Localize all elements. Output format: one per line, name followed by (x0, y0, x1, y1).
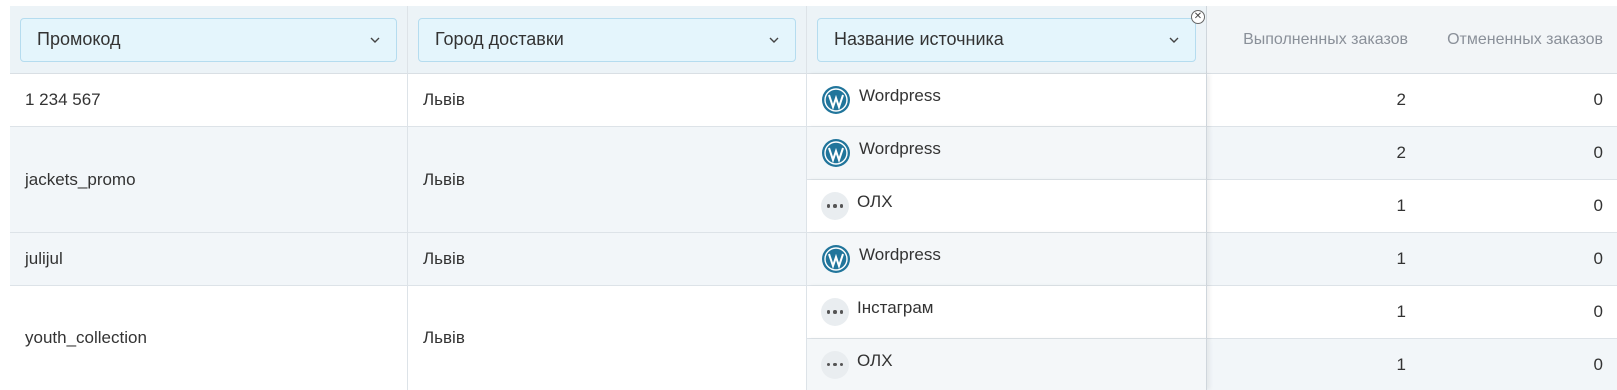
source-header: Название источника ✕ (807, 6, 1207, 74)
completed-count: 1 (1207, 180, 1418, 233)
source-cell: ОЛХ (807, 339, 1207, 390)
canceled-count: 0 (1418, 339, 1617, 390)
canceled-count: 0 (1418, 286, 1617, 339)
canceled-count: 0 (1418, 233, 1617, 286)
wordpress-icon (822, 139, 850, 167)
chevron-down-icon (769, 37, 779, 43)
canceled-count: 0 (1418, 127, 1617, 180)
more-dots-icon (821, 350, 849, 379)
canceled-orders-header[interactable]: Отмененных заказов (1418, 6, 1617, 74)
source-name: Wordpress (859, 139, 941, 158)
promo-cell: jackets_promo (10, 127, 408, 233)
source-filter-label: Название источника (834, 29, 1004, 49)
city-cell: Львів (408, 286, 807, 390)
promo-cell: julijul (10, 233, 408, 286)
completed-count: 1 (1207, 339, 1418, 390)
source-name: ОЛХ (857, 192, 893, 211)
city-filter-label: Город доставки (435, 29, 564, 49)
city-cell: Львів (408, 74, 807, 127)
report-table: Промокод Город доставки Название источни… (10, 6, 1617, 390)
source-cell: ОЛХ (807, 180, 1207, 233)
more-dots-icon (821, 192, 849, 220)
chevron-down-icon (1169, 37, 1179, 43)
wordpress-icon (822, 245, 850, 273)
completed-count: 2 (1207, 127, 1418, 180)
promo-cell: 1 234 567 (10, 74, 408, 127)
source-filter-dropdown[interactable]: Название источника ✕ (817, 9, 1205, 62)
source-cell: Wordpress (807, 127, 1207, 180)
source-cell: Wordpress (807, 74, 1207, 127)
city-filter-dropdown[interactable]: Город доставки (418, 17, 796, 62)
city-cell: Львів (408, 127, 807, 233)
chevron-down-icon (370, 37, 380, 43)
promo-header: Промокод (10, 6, 408, 74)
canceled-count: 0 (1418, 180, 1617, 233)
city-header: Город доставки (408, 6, 807, 74)
completed-count: 1 (1207, 233, 1418, 286)
completed-orders-header[interactable]: Выполненных заказов (1207, 6, 1418, 74)
source-name: Wordpress (859, 245, 941, 264)
promo-cell: youth_collection (10, 286, 408, 390)
promo-filter-label: Промокод (37, 29, 121, 49)
source-cell: Wordpress (807, 233, 1207, 286)
source-name: Wordpress (859, 86, 941, 105)
source-name: Інстаграм (857, 298, 934, 317)
canceled-count: 0 (1418, 74, 1617, 127)
completed-count: 2 (1207, 74, 1418, 127)
more-dots-icon (821, 298, 849, 326)
wordpress-icon (822, 86, 850, 114)
source-name: ОЛХ (857, 350, 893, 370)
promo-filter-dropdown[interactable]: Промокод (20, 17, 397, 62)
source-cell: Інстаграм (807, 286, 1207, 339)
completed-count: 1 (1207, 286, 1418, 339)
remove-column-icon[interactable]: ✕ (1191, 9, 1205, 24)
city-cell: Львів (408, 233, 807, 286)
